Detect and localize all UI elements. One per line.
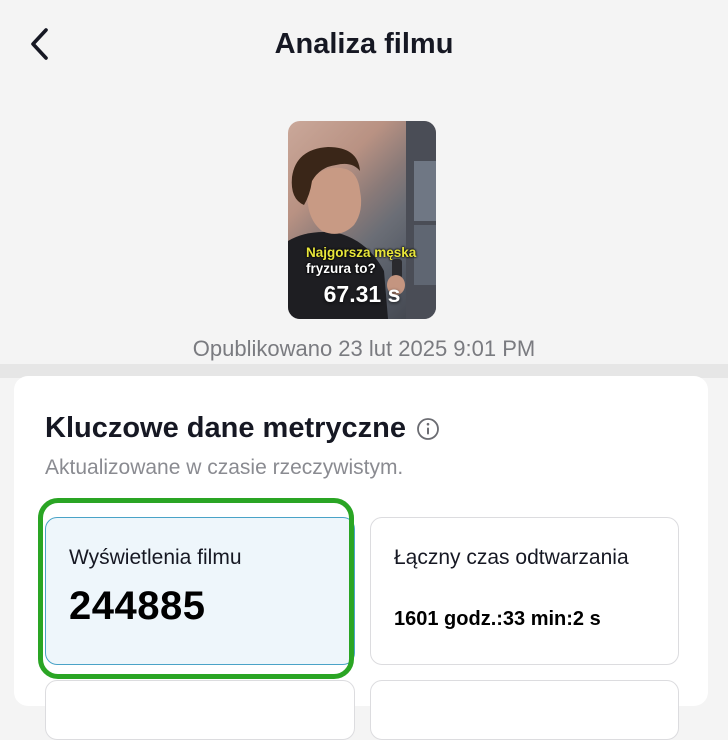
video-duration: 67.31 s [323, 281, 401, 307]
metric-value: 1601 godz.:33 min:2 s [394, 608, 601, 630]
metric-label: Łączny czas odtwarzania [394, 546, 629, 569]
thumbnail-caption: Najgorsza męska fryzura to? [306, 245, 436, 277]
metric-card-total-watch-time[interactable]: Łączny czas odtwarzania 1601 godz.:33 mi… [370, 517, 679, 665]
info-icon[interactable] [416, 417, 440, 441]
video-thumbnail[interactable]: Najgorsza męska fryzura to? 67.31 s [288, 121, 436, 319]
highlight-outline [38, 498, 354, 679]
caption-line-1: Najgorsza męska [306, 245, 417, 260]
metric-card-partial[interactable] [370, 680, 679, 740]
metric-card-partial[interactable] [45, 680, 355, 740]
metrics-subtitle: Aktualizowane w czasie rzeczywistym. [45, 456, 404, 479]
metrics-title: Kluczowe dane metryczne [45, 412, 440, 445]
header: Analiza filmu [0, 0, 728, 92]
metrics-card: Kluczowe dane metryczne Aktualizowane w … [14, 376, 708, 740]
caption-line-2: fryzura to? [306, 261, 376, 276]
published-date: Opublikowano 23 lut 2025 9:01 PM [192, 336, 536, 361]
page-title: Analiza filmu [274, 28, 454, 60]
metrics-title-text: Kluczowe dane metryczne [45, 412, 406, 444]
